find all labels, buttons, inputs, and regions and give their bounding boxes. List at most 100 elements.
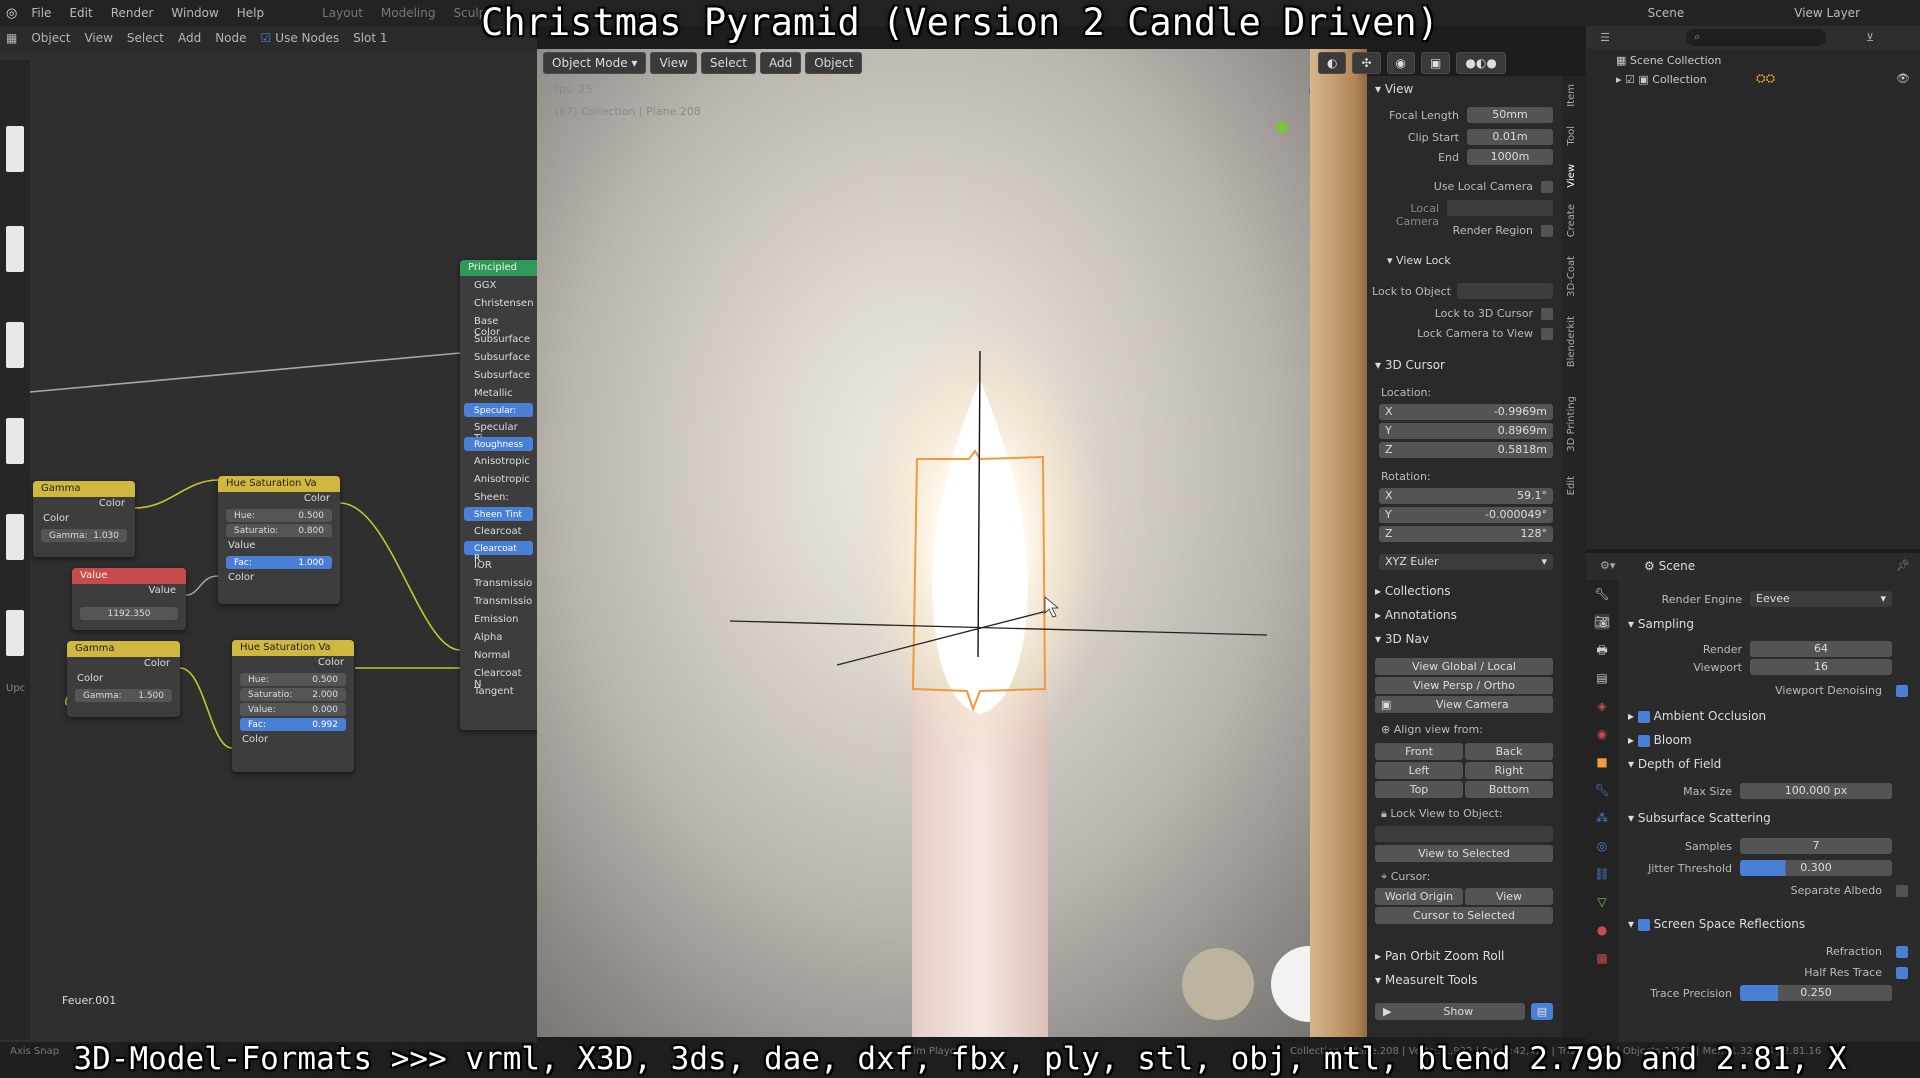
cursor-rotation-z[interactable]: Z 128° bbox=[1379, 526, 1553, 542]
node-principled-bsdf[interactable]: Principled GGX Christensen Base Color Subsu… bbox=[460, 260, 537, 730]
tab-create[interactable]: Create bbox=[1566, 204, 1577, 237]
cursor-rotation-x[interactable]: X 59.1° bbox=[1379, 488, 1553, 504]
align-right-button[interactable]: Right bbox=[1465, 762, 1553, 779]
outliner-collection[interactable]: ▸ ☑ ▣ Collection bbox=[1616, 73, 1707, 86]
render-engine-dropdown[interactable]: Eevee ▾ bbox=[1750, 591, 1892, 607]
world-tab-icon[interactable]: ◉ bbox=[1594, 726, 1610, 742]
tab-3d-coat[interactable]: 3D-Coat bbox=[1566, 256, 1577, 297]
principled-input[interactable]: Tangent bbox=[460, 682, 537, 700]
section-view-lock[interactable]: ▾ View Lock bbox=[1387, 254, 1451, 267]
bloom-checkbox[interactable] bbox=[1637, 734, 1650, 747]
properties-editor-icon[interactable]: ⚙︎▾ bbox=[1600, 559, 1615, 572]
visibility-icon[interactable]: ◐ bbox=[1318, 52, 1347, 74]
align-left-button[interactable]: Left bbox=[1375, 762, 1463, 779]
principled-input[interactable]: Specular Ti bbox=[460, 418, 537, 444]
section-subsurface-scattering[interactable]: ▾ Subsurface Scattering bbox=[1628, 811, 1771, 825]
saturation-field[interactable]: Saturatio: 0.800 bbox=[226, 524, 332, 537]
section-annotations[interactable]: ▸ Annotations bbox=[1375, 608, 1457, 622]
viewport-menu-view[interactable]: View bbox=[650, 52, 697, 74]
section-depth-of-field[interactable]: ▾ Depth of Field bbox=[1628, 757, 1721, 771]
modifier-tab-icon[interactable]: 🔧︎ bbox=[1594, 782, 1610, 798]
section-3d-cursor[interactable]: ▾ 3D Cursor bbox=[1375, 358, 1445, 372]
node-hue-saturation-value-2[interactable]: Hue Saturation Va Color Hue: 0.500 Satura… bbox=[232, 640, 354, 772]
align-bottom-button[interactable]: Bottom bbox=[1465, 781, 1553, 798]
half-res-trace-checkbox[interactable] bbox=[1896, 967, 1908, 979]
hdri-preview-sphere[interactable] bbox=[1182, 948, 1254, 1020]
render-region-checkbox[interactable] bbox=[1541, 225, 1553, 237]
view-to-selected-button[interactable]: View to Selected bbox=[1375, 845, 1553, 862]
cursor-view-button[interactable]: View bbox=[1465, 888, 1553, 905]
visibility-eye-icon[interactable]: 👁︎ bbox=[1896, 72, 1910, 85]
principled-input[interactable]: Clearcoat R bbox=[464, 541, 533, 564]
principled-input[interactable]: Normal bbox=[460, 646, 537, 664]
gamma-field[interactable]: Gamma: 1.030 bbox=[41, 529, 127, 542]
jitter-threshold-slider[interactable]: 0.300 bbox=[1740, 860, 1892, 876]
measureit-settings-icon[interactable]: ▤ bbox=[1531, 1003, 1553, 1020]
outliner-scene-collection[interactable]: ▦ Scene Collection bbox=[1616, 54, 1721, 67]
local-camera-field[interactable] bbox=[1447, 200, 1553, 216]
material-tab-icon[interactable]: ● bbox=[1594, 922, 1610, 938]
principled-input[interactable]: IOR bbox=[460, 556, 537, 574]
principled-input[interactable]: Sheen: bbox=[460, 488, 537, 506]
align-front-button[interactable]: Front bbox=[1375, 743, 1463, 760]
use-local-camera-checkbox[interactable] bbox=[1541, 181, 1553, 193]
section-sampling[interactable]: ▾ Sampling bbox=[1628, 617, 1694, 631]
pin-icon[interactable]: 📌︎ bbox=[1896, 559, 1910, 572]
tab-view[interactable]: View bbox=[1566, 164, 1577, 188]
texture-tab-icon[interactable]: ▩ bbox=[1594, 950, 1610, 966]
section-collections[interactable]: ▸ Collections bbox=[1375, 584, 1450, 598]
lock-to-cursor-checkbox[interactable] bbox=[1541, 308, 1553, 320]
section-ambient-occlusion[interactable]: ▸ Ambient Occlusion bbox=[1628, 709, 1766, 723]
value-field[interactable]: Value: 0.000 bbox=[240, 703, 346, 716]
separate-albedo-checkbox[interactable] bbox=[1896, 885, 1908, 897]
section-screen-space-reflections[interactable]: ▾ Screen Space Reflections bbox=[1628, 917, 1805, 931]
cursor-world-origin-button[interactable]: World Origin bbox=[1375, 888, 1463, 905]
tab-item[interactable]: Item bbox=[1566, 84, 1577, 107]
node-gamma[interactable]: Gamma Color Color Gamma: 1.030 bbox=[33, 481, 135, 557]
section-pan-orbit[interactable]: ▸ Pan Orbit Zoom Roll bbox=[1375, 949, 1504, 963]
viewport-menu-add[interactable]: Add bbox=[759, 52, 802, 74]
cursor-location-z[interactable]: Z 0.5818m bbox=[1379, 442, 1553, 458]
focal-length-field[interactable]: 50mm bbox=[1467, 107, 1553, 123]
render-samples-field[interactable]: 64 bbox=[1750, 641, 1892, 657]
tool-tab-icon[interactable]: 🔧︎ bbox=[1594, 586, 1610, 602]
principled-input[interactable]: Metallic bbox=[460, 384, 537, 402]
gamma-field[interactable]: Gamma: 1.500 bbox=[75, 689, 172, 702]
principled-input[interactable]: Clearcoat bbox=[460, 522, 537, 540]
object-tab-icon[interactable]: ■ bbox=[1594, 754, 1610, 770]
principled-input[interactable]: Emission bbox=[460, 610, 537, 628]
section-view[interactable]: ▾ View bbox=[1375, 82, 1413, 96]
gizmo-y-neg-icon[interactable] bbox=[1276, 121, 1288, 133]
principled-input[interactable]: Transmissio bbox=[460, 592, 537, 610]
max-size-field[interactable]: 100.000 px bbox=[1740, 783, 1892, 799]
align-top-button[interactable]: Top bbox=[1375, 781, 1463, 798]
refraction-checkbox[interactable] bbox=[1896, 946, 1908, 958]
section-3d-nav[interactable]: ▾ 3D Nav bbox=[1375, 632, 1429, 646]
shading-modes-icon[interactable]: ●◐● bbox=[1456, 52, 1506, 74]
fac-field[interactable]: Fac: 1.000 bbox=[226, 556, 332, 569]
object-mode-dropdown[interactable]: Object Mode ▾ bbox=[543, 52, 647, 74]
tab-edit[interactable]: Edit bbox=[1566, 476, 1577, 495]
principled-input[interactable]: Transmissio bbox=[460, 574, 537, 592]
measureit-show-button[interactable]: ▶ Show bbox=[1375, 1003, 1525, 1020]
scene-tab-icon[interactable]: ◈ bbox=[1594, 698, 1610, 714]
viewport-samples-field[interactable]: 16 bbox=[1750, 659, 1892, 675]
principled-input[interactable]: Specular: bbox=[464, 403, 533, 417]
fac-field[interactable]: Fac: 0.992 bbox=[240, 718, 346, 731]
value-field[interactable]: 1192.350 bbox=[80, 607, 178, 620]
principled-input[interactable]: Anisotropic bbox=[460, 452, 537, 470]
gizmo-toggle-icon[interactable]: ✣ bbox=[1352, 52, 1381, 74]
cursor-rotation-y[interactable]: Y -0.000049° bbox=[1379, 507, 1553, 523]
ao-checkbox[interactable] bbox=[1637, 710, 1650, 723]
principled-input[interactable]: GGX bbox=[460, 276, 537, 294]
sss-samples-field[interactable]: 7 bbox=[1740, 838, 1892, 854]
section-measureit[interactable]: ▾ MeasureIt Tools bbox=[1375, 973, 1477, 987]
clip-end-field[interactable]: 1000m bbox=[1467, 149, 1553, 165]
view-layer-tab-icon[interactable]: ▤ bbox=[1594, 670, 1610, 686]
view-global-local-button[interactable]: View Global / Local bbox=[1375, 658, 1553, 675]
node-hue-saturation-value[interactable]: Hue Saturation Va Color Hue: 0.500 Satura… bbox=[218, 476, 340, 604]
view-persp-ortho-button[interactable]: View Persp / Ortho bbox=[1375, 677, 1553, 694]
overlay-toggle-icon[interactable]: ◉ bbox=[1386, 52, 1416, 74]
render-tab-icon[interactable]: 📷︎ bbox=[1594, 614, 1610, 630]
principled-input[interactable]: Christensen bbox=[460, 294, 537, 312]
